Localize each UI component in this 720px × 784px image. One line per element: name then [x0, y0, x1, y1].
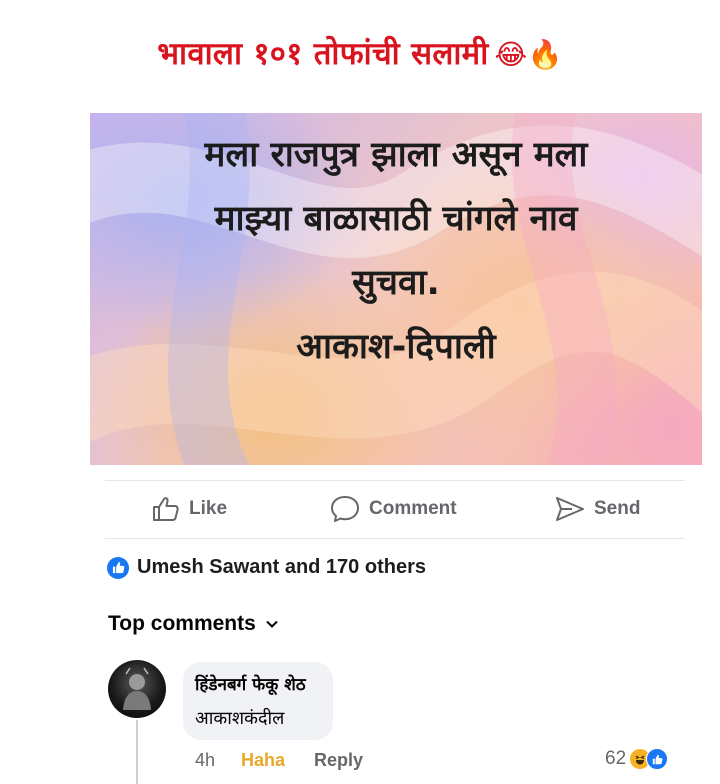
divider [105, 480, 685, 481]
post-text: मला राजपुत्र झाला असून मला माझ्या बाळासा… [90, 123, 702, 379]
laugh-fire-emoji-icon: 😂🔥 [494, 38, 563, 71]
comment-bubble[interactable]: हिंडेनबर्ग फेकू शेठ आकाशकंदील [183, 662, 333, 740]
comment-time: 4h [195, 750, 216, 770]
avatar[interactable] [108, 660, 166, 718]
like-mini-icon [646, 748, 669, 770]
like-badge-icon [107, 556, 129, 579]
comment-bubble-icon [331, 496, 359, 522]
comment-label: Comment [369, 498, 457, 519]
haha-reaction-button[interactable]: Haha [241, 750, 285, 771]
post-line: आकाश-दिपाली [296, 327, 496, 367]
headline: भावाला १०१ तोफांची सलामी 😂🔥 [0, 32, 720, 74]
post-line: सुचवा. [352, 263, 440, 303]
chevron-down-icon [266, 620, 278, 628]
divider [105, 538, 685, 539]
send-button[interactable]: Send [555, 493, 640, 525]
like-button[interactable]: Like [152, 493, 227, 525]
comment-button[interactable]: Comment [330, 493, 457, 525]
top-comments-label: Top comments [108, 612, 256, 635]
reaction-summary-text: Umesh Sawant and 170 others [137, 556, 426, 578]
post-line: माझ्या बाळासाठी चांगले नाव [214, 199, 578, 239]
comment-author[interactable]: हिंडेनबर्ग फेकू शेठ [195, 672, 306, 695]
reaction-summary[interactable]: Umesh Sawant and 170 others [107, 556, 426, 579]
send-label: Send [594, 498, 641, 519]
headline-text: भावाला १०१ तोफांची सलामी [157, 36, 489, 72]
avatar-figure-icon [123, 667, 151, 710]
post-line: मला राजपुत्र झाला असून मला [204, 135, 588, 175]
post-image[interactable]: मला राजपुत्र झाला असून मला माझ्या बाळासा… [90, 113, 702, 465]
reply-button[interactable]: Reply [314, 750, 363, 771]
reaction-count: 62 [605, 748, 627, 769]
top-comments-filter[interactable]: Top comments [108, 612, 278, 636]
comment-reaction-count[interactable]: 62 [605, 748, 669, 770]
comment-text: आकाशकंदील [195, 708, 285, 729]
thumbs-up-icon [153, 497, 179, 521]
like-label: Like [189, 498, 228, 519]
thread-line [136, 720, 138, 784]
send-arrow-icon [556, 497, 584, 521]
